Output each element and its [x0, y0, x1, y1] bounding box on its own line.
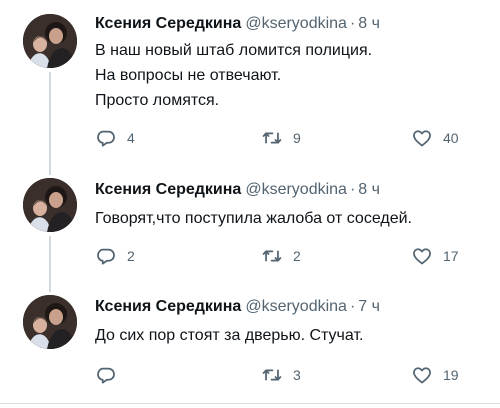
reply-icon: [97, 367, 115, 384]
tweet-thread: Ксения Середкина @kseryodkina · 8 ч В наш н…: [0, 0, 500, 408]
tweet-actions: 4 9 40: [95, 126, 475, 150]
reply-icon: [97, 130, 115, 147]
retweet-button[interactable]: 9: [261, 126, 301, 150]
retweet-icon: [262, 369, 282, 381]
tweet[interactable]: Ксения Середкина @kseryodkina · 8 ч Говорят…: [0, 170, 500, 288]
meta-separator: ·: [349, 181, 356, 198]
author-name[interactable]: Ксения Середкина: [95, 15, 241, 32]
tweet[interactable]: Ксения Середкина @kseryodkina · 8 ч В наш н…: [0, 0, 500, 170]
heart-icon: [413, 367, 431, 384]
reply-icon: [97, 248, 115, 265]
heart-icon: [413, 248, 431, 265]
tweet-time[interactable]: 8 ч: [358, 15, 380, 32]
like-count: 17: [443, 248, 459, 264]
tweet-time[interactable]: 8 ч: [358, 181, 380, 198]
like-count: 40: [443, 130, 459, 146]
reply-count: 2: [127, 248, 135, 264]
meta-separator: ·: [349, 298, 356, 315]
tweet-text: До сих пор стоят за дверью. Стучат.: [95, 323, 485, 348]
author-name[interactable]: Ксения Середкина: [95, 298, 241, 315]
reply-count: 4: [127, 130, 135, 146]
tweet-header: Ксения Середкина @kseryodkina · 8 ч: [95, 180, 380, 200]
author-handle[interactable]: @kseryodkina: [245, 15, 347, 32]
heart-icon: [413, 130, 431, 147]
author-handle[interactable]: @kseryodkina: [245, 298, 347, 315]
retweet-count: 3: [293, 367, 301, 383]
tweet-text: Говорят,что поступила жалоба от соседей.: [95, 206, 485, 231]
avatar[interactable]: [23, 295, 77, 349]
avatar[interactable]: [23, 178, 77, 232]
tweet-text-line: Говорят,что поступила жалоба от соседей.: [95, 210, 412, 227]
avatar-photo: [23, 178, 77, 232]
avatar[interactable]: [23, 14, 77, 68]
tweet-actions: 3 19: [95, 363, 475, 387]
retweet-count: 9: [293, 130, 301, 146]
bottom-divider: [0, 403, 500, 404]
tweet-text-line: Просто ломятся.: [95, 92, 220, 109]
author-name[interactable]: Ксения Середкина: [95, 181, 241, 198]
like-button[interactable]: 17: [411, 244, 459, 268]
retweet-button[interactable]: 2: [261, 244, 301, 268]
reply-button[interactable]: 2: [95, 244, 135, 268]
retweet-count: 2: [293, 248, 301, 264]
retweet-icon: [262, 250, 282, 262]
like-count: 19: [443, 367, 459, 383]
author-handle[interactable]: @kseryodkina: [245, 181, 347, 198]
avatar-photo: [23, 295, 77, 349]
tweet-actions: 2 2 17: [95, 244, 475, 268]
tweet-text: В наш новый штаб ломится полиция. На воп…: [95, 38, 485, 113]
retweet-icon: [262, 132, 282, 144]
tweet-text-line: В наш новый штаб ломится полиция.: [95, 42, 373, 59]
reply-button[interactable]: 4: [95, 126, 135, 150]
like-button[interactable]: 40: [411, 126, 459, 150]
reply-button[interactable]: [95, 363, 127, 387]
tweet-header: Ксения Середкина @kseryodkina · 7 ч: [95, 297, 380, 317]
tweet-text-line: На вопросы не отвечают.: [95, 67, 282, 84]
avatar-photo: [23, 14, 77, 68]
tweet-text-line: До сих пор стоят за дверью. Стучат.: [95, 327, 364, 344]
retweet-button[interactable]: 3: [261, 363, 301, 387]
tweet[interactable]: Ксения Середкина @kseryodkina · 7 ч До сих …: [0, 288, 500, 408]
meta-separator: ·: [349, 15, 356, 32]
like-button[interactable]: 19: [411, 363, 459, 387]
tweet-time[interactable]: 7 ч: [358, 298, 380, 315]
tweet-header: Ксения Середкина @kseryodkina · 8 ч: [95, 14, 380, 34]
